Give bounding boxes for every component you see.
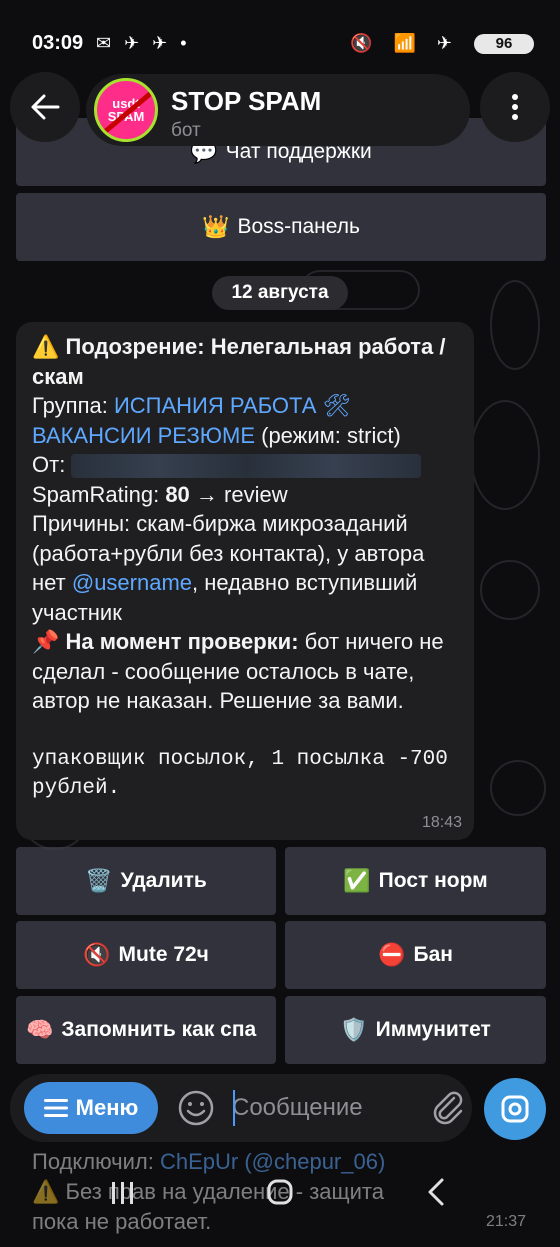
- more-options-button[interactable]: [480, 72, 550, 142]
- boss-panel-button[interactable]: 👑 Boss-панель: [16, 193, 546, 261]
- trash-icon: 🗑️: [85, 868, 113, 893]
- group-mode: (режим: strict): [261, 422, 401, 448]
- message-composer: Меню: [10, 1074, 472, 1142]
- avatar: usdt SPAM: [94, 78, 158, 142]
- delete-button[interactable]: 🗑️ Удалить: [16, 847, 276, 915]
- message-time: 18:43: [421, 814, 462, 831]
- arrow-left-icon: [31, 94, 60, 120]
- boss-panel-label: Boss-панель: [237, 215, 360, 238]
- immunity-button[interactable]: 🛡️ Иммунитет: [285, 996, 546, 1064]
- immunity-label: Иммунитет: [375, 1018, 491, 1041]
- bot-menu-button[interactable]: Меню: [24, 1082, 158, 1134]
- chat-title: STOP SPAM: [171, 86, 322, 116]
- from-label: От:: [32, 452, 66, 477]
- crown-icon: 👑: [202, 214, 230, 239]
- remember-as-spam-button[interactable]: 🧠 Запомнить как спа: [16, 996, 276, 1064]
- attach-button[interactable]: [428, 1088, 468, 1128]
- warning-icon: ⚠️: [32, 334, 60, 359]
- ban-button[interactable]: ⛔ Бан: [285, 921, 546, 989]
- camera-icon: [501, 1095, 529, 1123]
- camera-button[interactable]: [484, 1078, 546, 1140]
- ban-label: Бан: [413, 943, 453, 966]
- message-text: ⚠️ Подозрение: Нелегальная работа / скам…: [32, 332, 464, 803]
- system-icons: 🔇 📶 ✈: [350, 33, 460, 53]
- mute-label: Mute 72ч: [118, 943, 209, 966]
- notification-icons: ✉ ✈ ✈ •: [96, 33, 191, 53]
- back-button[interactable]: [10, 72, 80, 142]
- rating-action: → review: [195, 481, 288, 507]
- home-icon: [267, 1179, 293, 1205]
- rating-value: 80: [165, 481, 190, 507]
- chat-subtitle: бот: [171, 120, 201, 141]
- emoji-button[interactable]: [176, 1088, 216, 1128]
- message-bubble[interactable]: ⚠️ Подозрение: Нелегальная работа / скам…: [16, 322, 474, 840]
- text-cursor: [233, 1090, 235, 1126]
- chat-info[interactable]: usdt SPAM STOP SPAM бот: [86, 74, 470, 146]
- system-navigation-bar: [0, 1160, 560, 1224]
- chevron-left-icon: [428, 1178, 444, 1206]
- more-vertical-icon: [512, 94, 518, 120]
- status-time: 03:09: [32, 32, 84, 54]
- username-link[interactable]: @username: [72, 570, 192, 595]
- post-ok-label: Пост норм: [378, 869, 488, 892]
- remember-as-spam-label: Запомнить как спа: [61, 1018, 257, 1041]
- hamburger-icon: [43, 1099, 68, 1117]
- nav-back-button[interactable]: [412, 1172, 462, 1212]
- shield-icon: 🛡️: [340, 1017, 368, 1042]
- smiley-icon: [178, 1090, 214, 1126]
- recent-apps-button[interactable]: [98, 1172, 148, 1212]
- mute-speaker-icon: 🔇: [83, 942, 111, 967]
- menu-label: Меню: [75, 1095, 139, 1120]
- pin-icon: 📌: [32, 629, 60, 654]
- check-mark-icon: ✅: [343, 868, 371, 893]
- date-separator: 12 августа: [212, 276, 348, 310]
- rating-label: SpamRating:: [32, 481, 160, 507]
- delete-label: Удалить: [120, 869, 207, 892]
- group-label: Группа:: [32, 393, 108, 418]
- reasons-label: Причины:: [32, 511, 131, 536]
- message-input[interactable]: [232, 1084, 422, 1132]
- message-title: Подозрение: Нелегальная работа / скам: [32, 334, 446, 389]
- paperclip-icon: [433, 1091, 463, 1125]
- check-label: На момент проверки:: [65, 629, 299, 654]
- mute-button[interactable]: 🔇 Mute 72ч: [16, 921, 276, 989]
- recents-icon: [112, 1182, 133, 1204]
- quoted-spam-text: упаковщик посылок, 1 посылка -700 рублей…: [32, 747, 448, 800]
- redacted-author: [71, 454, 422, 479]
- chat-header: usdt SPAM STOP SPAM бот: [0, 66, 560, 152]
- no-entry-icon: ⛔: [378, 942, 406, 967]
- brain-icon: 🧠: [26, 1017, 54, 1042]
- battery-indicator: 96: [474, 34, 534, 54]
- post-ok-button[interactable]: ✅ Пост норм: [285, 847, 546, 915]
- home-button[interactable]: [255, 1172, 305, 1212]
